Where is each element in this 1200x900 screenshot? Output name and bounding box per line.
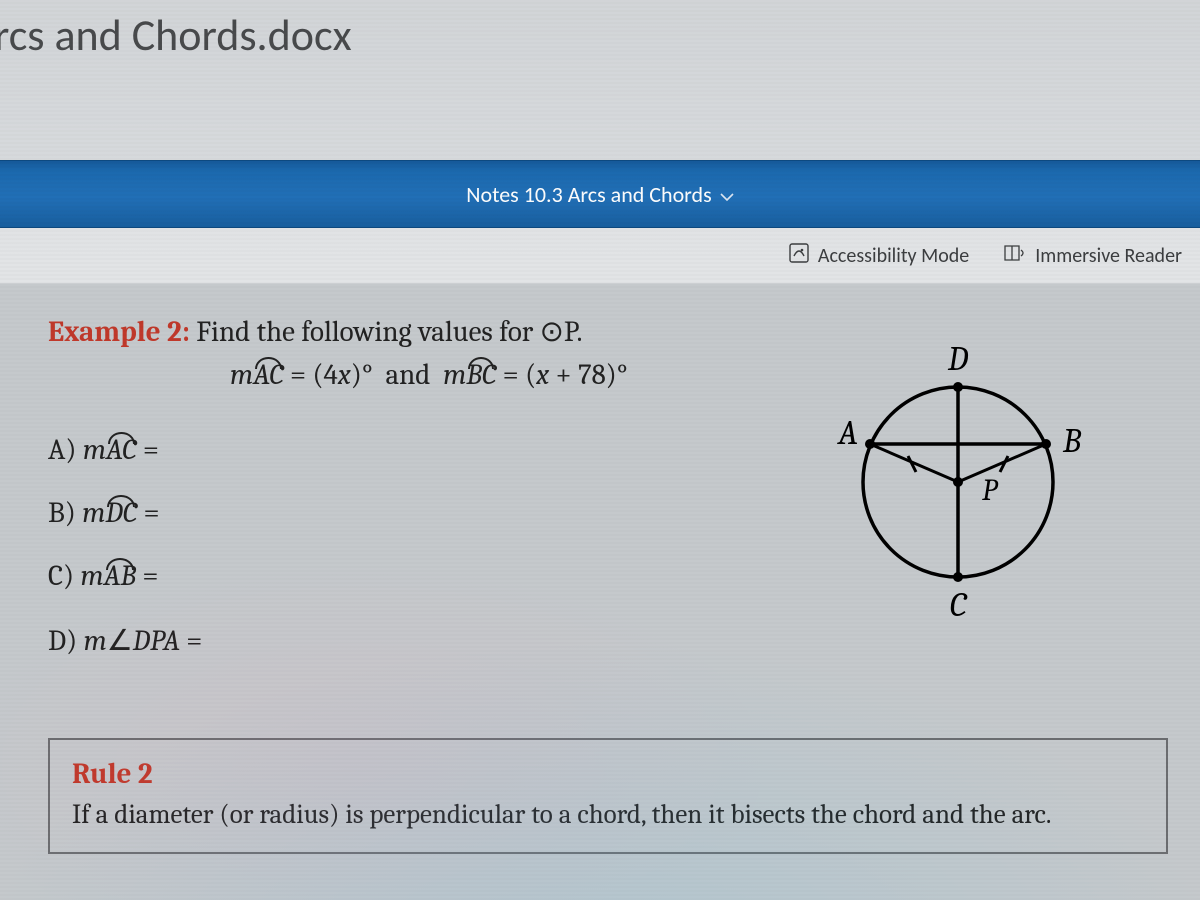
- document-title: rcs and Chords.docx: [0, 8, 1200, 62]
- rule-box: Rule 2 If a diameter (or radius) is perp…: [48, 738, 1168, 854]
- accessibility-label: Accessibility Mode: [818, 244, 969, 268]
- accessibility-mode-button[interactable]: Accessibility Mode: [788, 242, 969, 270]
- rule-text: If a diameter (or radius) is perpendicul…: [72, 799, 1144, 830]
- circle-diagram: D A B C P: [808, 332, 1108, 637]
- notes-dropdown-bar: Notes 10.3 Arcs and Chords: [0, 160, 1200, 228]
- label-B: B: [1062, 421, 1082, 461]
- example-number: Example 2:: [48, 316, 190, 349]
- document-body: Example 2: Find the following values for…: [0, 284, 1200, 854]
- chevron-down-icon[interactable]: [720, 181, 734, 208]
- viewer-toolbar: Accessibility Mode Immersive Reader: [0, 228, 1200, 284]
- example-prompt: Find the following values for ⊙P.: [196, 316, 582, 349]
- book-speaker-icon: [1003, 242, 1027, 270]
- immersive-label: Immersive Reader: [1035, 244, 1182, 268]
- label-A: A: [836, 413, 858, 453]
- title-bar: rcs and Chords.docx: [0, 0, 1200, 160]
- accessibility-icon: [788, 242, 810, 270]
- immersive-reader-button[interactable]: Immersive Reader: [1003, 242, 1182, 270]
- example-block: Example 2: Find the following values for…: [48, 314, 1188, 658]
- rule-title: Rule 2: [72, 758, 1144, 791]
- label-C: C: [950, 585, 968, 625]
- notes-dropdown[interactable]: Notes 10.3 Arcs and Chords: [466, 181, 711, 208]
- label-P: P: [982, 473, 999, 508]
- label-D: D: [947, 339, 969, 379]
